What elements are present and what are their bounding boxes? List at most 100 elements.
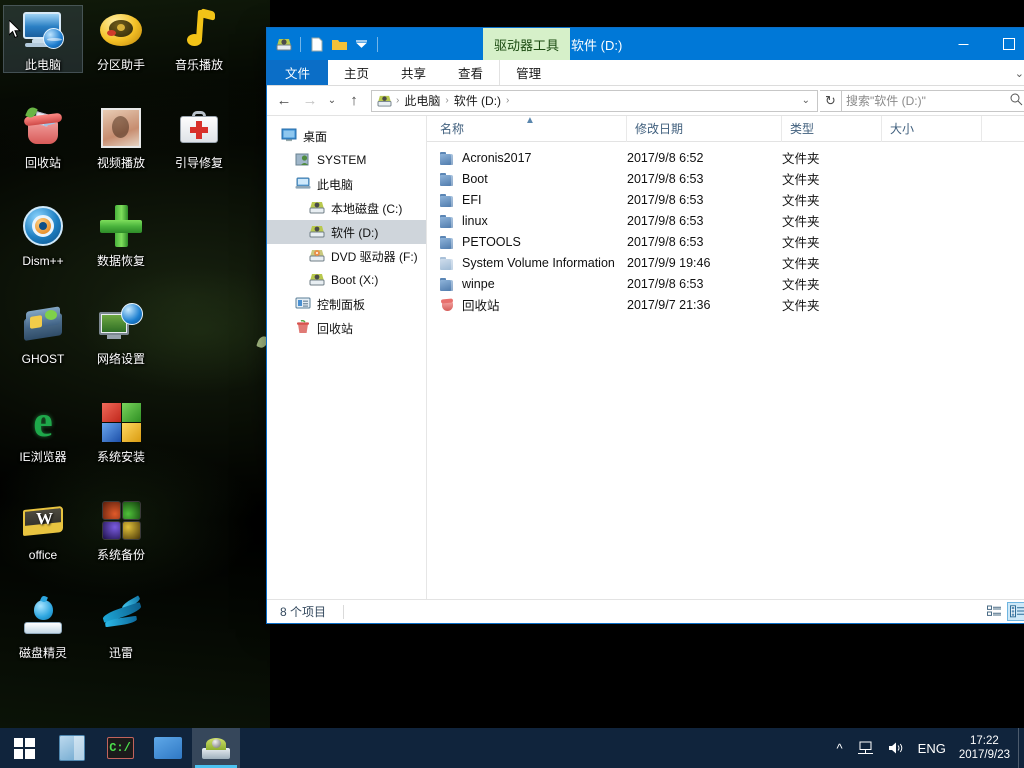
nav-item-recycle-bin[interactable]: 回收站 bbox=[267, 316, 426, 340]
desktop-icon-ghost[interactable]: GHOST bbox=[4, 300, 82, 366]
contextual-tab-drive-tools[interactable]: 驱动器工具 bbox=[483, 28, 571, 60]
chevron-down-icon[interactable] bbox=[350, 33, 372, 55]
table-row[interactable]: Acronis2017 2017/9/8 6:52 文件夹 bbox=[427, 147, 1024, 168]
quick-access-toolbar[interactable] bbox=[267, 33, 383, 55]
video-player-icon bbox=[97, 104, 145, 152]
desktop-icon bbox=[281, 128, 297, 144]
large-icons-view-button[interactable] bbox=[1007, 602, 1024, 621]
minimize-button[interactable] bbox=[940, 28, 986, 60]
file-rows[interactable]: Acronis2017 2017/9/8 6:52 文件夹 Boot 2017/… bbox=[427, 142, 1024, 599]
column-header-type[interactable]: 类型 bbox=[782, 115, 882, 142]
details-view-button[interactable] bbox=[984, 602, 1005, 621]
taskbar-item-command-prompt[interactable]: C:/ bbox=[96, 728, 144, 768]
desktop-icon-dism[interactable]: Dism++ bbox=[4, 202, 82, 268]
file-list-pane[interactable]: 名称 ▲ 修改日期 类型 大小 Acronis2017 2017/9/8 6:5… bbox=[427, 115, 1024, 599]
address-dropdown-icon[interactable]: ⌄ bbox=[797, 95, 815, 106]
window-controls[interactable] bbox=[940, 28, 1024, 60]
new-folder-icon[interactable] bbox=[328, 33, 350, 55]
table-row[interactable]: PETOOLS 2017/9/8 6:53 文件夹 bbox=[427, 231, 1024, 252]
desktop-icon-label: office bbox=[28, 548, 58, 562]
network-icon[interactable] bbox=[850, 741, 881, 755]
desktop-icon-system-backup[interactable]: 系统备份 bbox=[82, 496, 160, 562]
file-name: System Volume Information bbox=[462, 255, 615, 270]
desktop-icon-video-player[interactable]: 视频播放 bbox=[82, 104, 160, 170]
tab-home[interactable]: 主页 bbox=[328, 60, 385, 85]
breadcrumb-this-pc[interactable]: 此电脑 bbox=[401, 92, 443, 109]
nav-item-boot-x[interactable]: Boot (X:) bbox=[267, 268, 426, 292]
maximize-button[interactable] bbox=[986, 28, 1024, 60]
expand-ribbon-icon[interactable]: ⌄ bbox=[1015, 60, 1024, 86]
tab-share[interactable]: 共享 bbox=[385, 60, 442, 85]
tray-overflow-icon[interactable]: ^ bbox=[830, 741, 850, 756]
file-name: Acronis2017 bbox=[462, 150, 532, 165]
refresh-button[interactable]: ↻ bbox=[820, 89, 842, 112]
view-mode-buttons[interactable] bbox=[984, 602, 1024, 621]
volume-icon[interactable] bbox=[881, 741, 911, 755]
nav-item-desktop[interactable]: 桌面 bbox=[267, 124, 426, 148]
nav-item-local-disk-c[interactable]: 本地磁盘 (C:) bbox=[267, 196, 426, 220]
taskbar-item-file-explorer[interactable] bbox=[192, 728, 240, 768]
taskbar[interactable]: C:/ ^ ENG 17:22 2017/9/23 bbox=[0, 728, 1024, 768]
breadcrumb-software-d[interactable]: 软件 (D:) bbox=[451, 92, 504, 109]
system-tray[interactable]: ^ ENG 17:22 2017/9/23 bbox=[830, 728, 1024, 768]
desktop-icon-system-install[interactable]: 系统安装 bbox=[82, 398, 160, 464]
internet-explorer-icon: e bbox=[33, 397, 53, 446]
file-date: 2017/9/7 21:36 bbox=[627, 297, 711, 312]
desktop-icon-partition-assistant[interactable]: 分区助手 bbox=[82, 6, 160, 72]
desktop-icon-boot-repair[interactable]: 引导修复 bbox=[160, 104, 238, 170]
taskbar-item-desktop-viewer[interactable] bbox=[144, 728, 192, 768]
address-toolbar[interactable]: ← → ⌄ ↑ › 此电脑 › 软件 (D:) › ⌄ ↻ 搜索"软件 (D:)… bbox=[267, 86, 1024, 116]
file-type: 文件夹 bbox=[782, 278, 820, 292]
table-row[interactable]: System Volume Information 2017/9/9 19:46… bbox=[427, 252, 1024, 273]
title-bar[interactable]: 驱动器工具 软件 (D:) bbox=[267, 28, 1024, 60]
tab-manage[interactable]: 管理 bbox=[499, 60, 557, 85]
taskbar-item-store[interactable] bbox=[48, 728, 96, 768]
up-button[interactable]: ↑ bbox=[341, 88, 367, 114]
folder-icon bbox=[440, 214, 455, 228]
new-file-icon[interactable] bbox=[306, 33, 328, 55]
table-row[interactable]: linux 2017/9/8 6:53 文件夹 bbox=[427, 210, 1024, 231]
clock[interactable]: 17:22 2017/9/23 bbox=[953, 734, 1018, 762]
tab-file[interactable]: 文件 bbox=[267, 60, 329, 85]
desktop-icon-network-settings[interactable]: 网络设置 bbox=[82, 300, 160, 366]
column-header-size[interactable]: 大小 bbox=[882, 115, 982, 142]
desktop-icon-office[interactable]: W office bbox=[4, 496, 82, 562]
start-button[interactable] bbox=[0, 728, 48, 768]
table-row[interactable]: Boot 2017/9/8 6:53 文件夹 bbox=[427, 168, 1024, 189]
nav-item-software-d[interactable]: 软件 (D:) bbox=[267, 220, 426, 244]
table-row[interactable]: winpe 2017/9/8 6:53 文件夹 bbox=[427, 273, 1024, 294]
navigation-pane[interactable]: 桌面 SYSTEM 此电脑 本地磁盘 (C:) 软件 (D:) DVD 驱动器 … bbox=[267, 116, 427, 599]
file-name: 回收站 bbox=[462, 299, 500, 313]
back-button[interactable]: ← bbox=[271, 88, 297, 114]
file-type: 文件夹 bbox=[782, 215, 820, 229]
nav-item-dvd-drive-f[interactable]: DVD 驱动器 (F:) bbox=[267, 244, 426, 268]
column-headers[interactable]: 名称 ▲ 修改日期 类型 大小 bbox=[427, 115, 1024, 142]
desktop-icon-internet-explorer[interactable]: e IE浏览器 bbox=[4, 397, 82, 465]
desktop-icon-this-pc[interactable]: 此电脑 bbox=[3, 5, 83, 73]
column-header-date[interactable]: 修改日期 bbox=[627, 115, 782, 142]
desktop-icon-music-player[interactable]: 音乐播放 bbox=[160, 6, 238, 72]
folder-icon bbox=[440, 193, 455, 207]
desktop-icon-label: 迅雷 bbox=[108, 646, 133, 660]
file-explorer-window[interactable]: 驱动器工具 软件 (D:) 文件 主页 共享 查看 管理 ⌄ ← → ⌄ ↑ ›… bbox=[267, 28, 1024, 623]
show-desktop-button[interactable] bbox=[1018, 728, 1024, 768]
desktop-icon-disk-genius[interactable]: 磁盘精灵 bbox=[4, 594, 82, 660]
recent-locations-icon[interactable]: ⌄ bbox=[323, 88, 341, 114]
table-row[interactable]: EFI 2017/9/8 6:53 文件夹 bbox=[427, 189, 1024, 210]
nav-item-system[interactable]: SYSTEM bbox=[267, 148, 426, 172]
tab-view[interactable]: 查看 bbox=[442, 60, 499, 85]
search-input[interactable]: 搜索"软件 (D:)" bbox=[842, 89, 1024, 112]
address-bar[interactable]: › 此电脑 › 软件 (D:) › ⌄ bbox=[371, 89, 818, 112]
drive-icon[interactable] bbox=[273, 33, 295, 55]
nav-item-this-pc[interactable]: 此电脑 bbox=[267, 172, 426, 196]
desktop-icon-label: 系统备份 bbox=[96, 548, 145, 562]
language-indicator[interactable]: ENG bbox=[911, 741, 953, 756]
ribbon-tabs[interactable]: 文件 主页 共享 查看 管理 ⌄ bbox=[267, 60, 1024, 86]
desktop-icon-thunder[interactable]: 迅雷 bbox=[82, 594, 160, 660]
command-prompt-icon: C:/ bbox=[106, 737, 134, 759]
forward-button[interactable]: → bbox=[297, 88, 323, 114]
desktop-icon-recycle-bin[interactable]: 回收站 bbox=[4, 104, 82, 170]
table-row[interactable]: 回收站 2017/9/7 21:36 文件夹 bbox=[427, 294, 1024, 315]
nav-item-control-panel[interactable]: 控制面板 bbox=[267, 292, 426, 316]
desktop-icon-data-recovery[interactable]: 数据恢复 bbox=[82, 202, 160, 268]
